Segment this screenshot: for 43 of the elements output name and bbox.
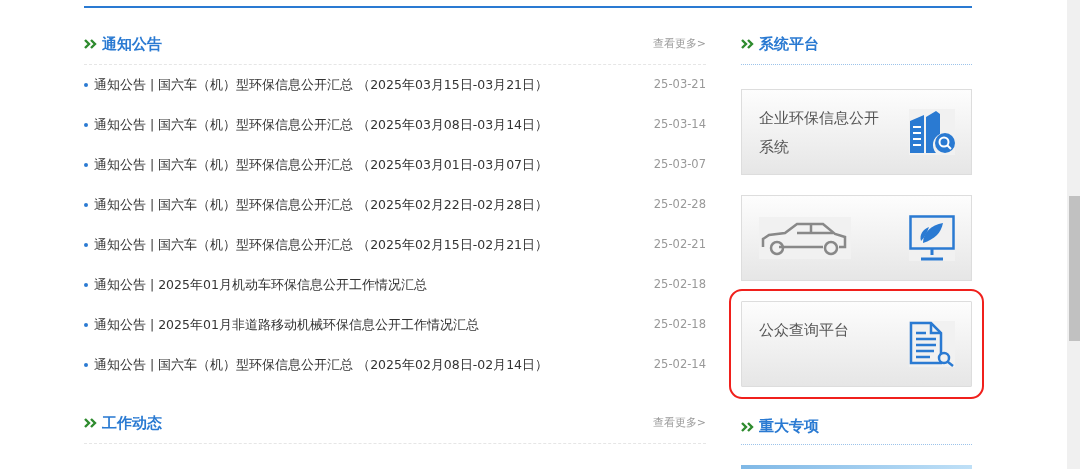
notice-date: 25-02-18 xyxy=(653,276,706,294)
bullet-icon xyxy=(84,323,88,327)
notice-link[interactable]: 通知公告 | 国六车（机）型环保信息公开汇总 （2025年03月08日-03月14日） xyxy=(94,115,654,135)
section-title: 通知公告 xyxy=(102,33,162,55)
notice-date: 25-02-21 xyxy=(653,236,706,254)
double-chevron-icon xyxy=(84,418,98,428)
bullet-icon xyxy=(84,243,88,247)
notice-date: 25-02-18 xyxy=(653,316,706,334)
notice-link[interactable]: 通知公告 | 国六车（机）型环保信息公开汇总 （2025年03月15日-03月21日） xyxy=(94,75,654,95)
notice-date: 25-03-07 xyxy=(653,156,706,174)
bullet-icon xyxy=(84,83,88,87)
double-chevron-icon xyxy=(84,39,98,49)
bullet-icon xyxy=(84,123,88,127)
platform-card[interactable] xyxy=(741,195,972,281)
notice-link[interactable]: 通知公告 | 国六车（机）型环保信息公开汇总 （2025年02月15日-02月21日） xyxy=(94,235,654,255)
double-chevron-icon xyxy=(741,39,755,49)
notice-date: 25-03-21 xyxy=(653,76,706,94)
section-title: 重大专项 xyxy=(759,416,819,438)
monitor-leaf-icon xyxy=(909,215,955,261)
building-search-icon xyxy=(909,109,955,155)
platform-card[interactable]: 企业环保信息公开系统 xyxy=(741,89,972,175)
bullet-icon xyxy=(84,363,88,367)
double-chevron-icon xyxy=(741,421,755,432)
car-icon xyxy=(759,217,851,259)
notice-link[interactable]: 通知公告 | 国六车（机）型环保信息公开汇总 （2025年02月08日-02月14日） xyxy=(94,355,654,375)
section-title: 系统平台 xyxy=(759,33,819,55)
section-title: 工作动态 xyxy=(102,412,162,434)
notice-link[interactable]: 通知公告 | 国六车（机）型环保信息公开汇总 （2025年02月22日-02月28日） xyxy=(94,195,654,215)
bullet-icon xyxy=(84,203,88,207)
platform-card[interactable]: 公众查询平台 xyxy=(741,301,972,387)
document-search-icon xyxy=(909,321,955,367)
notice-link[interactable]: 通知公告 | 国六车（机）型环保信息公开汇总 （2025年03月01日-03月07日） xyxy=(94,155,654,175)
notice-link[interactable]: 通知公告 | 2025年01月机动车环保信息公开工作情况汇总 xyxy=(94,275,654,295)
scrollbar[interactable] xyxy=(1067,0,1080,469)
card-label: 企业环保信息公开系统 xyxy=(759,108,880,158)
notice-date: 25-02-14 xyxy=(653,356,706,374)
bullet-icon xyxy=(84,163,88,167)
scrollbar-thumb[interactable] xyxy=(1069,196,1080,341)
notice-date: 25-02-28 xyxy=(653,196,706,214)
notice-link[interactable]: 通知公告 | 2025年01月非道路移动机械环保信息公开工作情况汇总 xyxy=(94,315,654,335)
bullet-icon xyxy=(84,283,88,287)
notice-date: 25-03-14 xyxy=(653,116,706,134)
card-label: 公众查询平台 xyxy=(759,320,850,341)
